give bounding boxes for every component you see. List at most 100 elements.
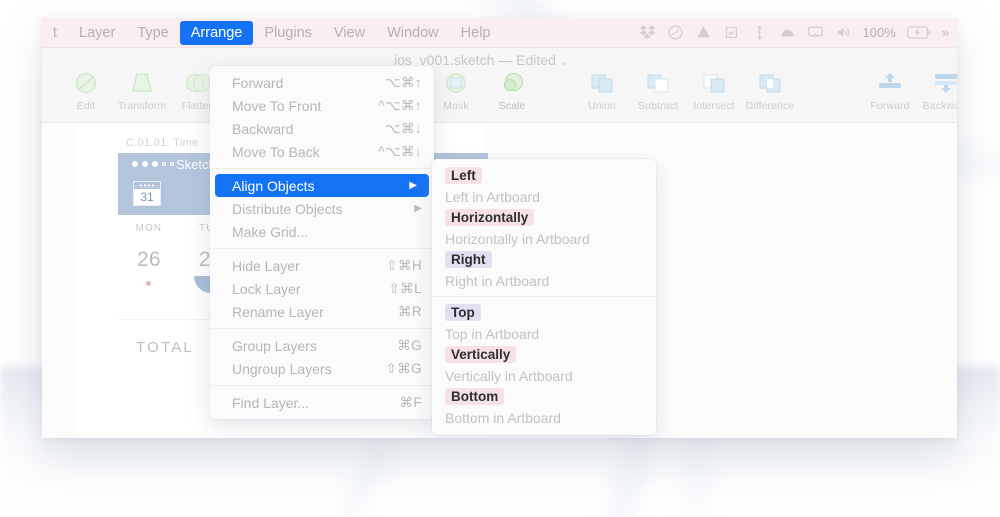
menu-item-backward[interactable]: Backward ⌥⌘↓ — [210, 117, 434, 140]
submenu-item-bottom-in-artboard[interactable]: Bottom in Artboard — [432, 407, 656, 428]
submenu-item-label: Horizontally in Artboard — [445, 230, 590, 247]
menu-item-distribute-objects[interactable]: Distribute Objects ▶ — [210, 197, 434, 220]
menu-item-shortcut: ⇧⌘L — [388, 280, 422, 296]
bring-forward-icon — [879, 73, 901, 88]
submenu-item-vertically[interactable]: Vertically — [432, 344, 656, 365]
artboard-name-label[interactable]: C.01.01. Time — [126, 137, 198, 149]
edit-icon — [75, 72, 97, 94]
calendar-day-text: 31 — [140, 190, 154, 204]
submenu-arrow-icon: ▶ — [409, 180, 417, 191]
menu-item-label: Move To Back — [232, 143, 320, 160]
menu-separator — [210, 248, 434, 249]
menubar-item-arrange[interactable]: Arrange — [179, 20, 254, 45]
submenu-item-right-in-artboard[interactable]: Right in Artboard — [432, 270, 656, 291]
menu-item-ungroup-layers[interactable]: Ungroup Layers ⇧⌘G — [210, 357, 434, 380]
week-day-cell[interactable]: MON 26 — [118, 223, 180, 293]
checkmark-badge-icon[interactable] — [723, 24, 740, 41]
arrange-dropdown-menu[interactable]: Forward ⌥⌘↑ Move To Front ^⌥⌘↑ Backward … — [210, 66, 434, 419]
toolbar-label: Mask — [443, 100, 469, 112]
app-toolbar: ios_v001.sketch — Edited ⌄ Edit Transform — [42, 48, 957, 123]
menu-item-rename-layer[interactable]: Rename Layer ⌘R — [210, 300, 434, 323]
menu-item-label: Lock Layer — [232, 280, 301, 297]
menubar-item-plugins[interactable]: Plugins — [253, 21, 323, 45]
menu-item-shortcut: ^⌥⌘↑ — [378, 97, 422, 113]
calendar-icon: 31 — [133, 181, 161, 206]
submenu-item-horizontally[interactable]: Horizontally — [432, 207, 656, 228]
submenu-item-vertically-in-artboard[interactable]: Vertically in Artboard — [432, 365, 656, 386]
volume-icon[interactable] — [835, 24, 852, 41]
submenu-item-label: Top in Artboard — [445, 325, 540, 342]
toolbar-button-subtract[interactable]: Subtract — [630, 70, 686, 112]
menu-item-label: Distribute Objects — [232, 200, 343, 217]
toolbar-tool-row: Edit Transform Flatten Mask Scale Union … — [42, 70, 957, 122]
battery-charging-icon[interactable] — [906, 24, 931, 41]
menu-item-label: Make Grid... — [232, 223, 309, 240]
toolbar-button-mask[interactable]: Mask — [428, 70, 484, 112]
toolbar-button-union[interactable]: Union — [574, 70, 630, 112]
menu-item-find-layer[interactable]: Find Layer... ⌘F — [210, 391, 434, 414]
circle-slash-icon[interactable] — [667, 24, 684, 41]
intersect-icon — [703, 74, 725, 93]
menubar-item-help[interactable]: Help — [450, 21, 502, 45]
day-number: 26 — [137, 248, 161, 271]
toolbar-button-scale[interactable]: Scale — [484, 70, 540, 112]
submenu-item-top[interactable]: Top — [432, 302, 656, 323]
document-title-chevron-icon[interactable]: ⌄ — [556, 56, 568, 68]
menu-item-lock-layer[interactable]: Lock Layer ⇧⌘L — [210, 277, 434, 300]
up-down-arrow-icon[interactable] — [751, 24, 768, 41]
cloud-icon[interactable] — [779, 24, 796, 41]
toolbar-button-transform[interactable]: Transform — [114, 70, 170, 112]
menu-item-label: Hide Layer — [232, 257, 300, 274]
toolbar-button-edit[interactable]: Edit — [58, 70, 114, 112]
menu-item-shortcut: ^⌥⌘↓ — [378, 143, 422, 159]
menu-item-shortcut: ⌥⌘↓ — [384, 120, 422, 136]
menubar-item-truncated[interactable]: t — [42, 21, 68, 45]
scale-icon — [503, 72, 524, 92]
submenu-item-label: Top — [445, 304, 481, 321]
menu-item-move-to-back[interactable]: Move To Back ^⌥⌘↓ — [210, 140, 434, 163]
menu-item-make-grid[interactable]: Make Grid... — [210, 220, 434, 243]
submenu-item-horizontally-in-artboard[interactable]: Horizontally in Artboard — [432, 228, 656, 249]
union-icon — [591, 74, 613, 93]
toolbar-label: Difference — [745, 100, 795, 112]
submenu-item-label: Horizontally — [445, 209, 535, 226]
signal-dot — [142, 161, 148, 167]
submenu-item-top-in-artboard[interactable]: Top in Artboard — [432, 323, 656, 344]
submenu-item-bottom[interactable]: Bottom — [432, 386, 656, 407]
menu-item-align-objects[interactable]: Align Objects ▶ — [215, 174, 429, 197]
signal-dot — [152, 161, 158, 167]
menubar-item-view[interactable]: View — [323, 21, 376, 45]
align-objects-submenu[interactable]: Left Left in Artboard Horizontally Horiz… — [432, 159, 656, 435]
menu-item-label: Find Layer... — [232, 394, 310, 411]
menu-item-shortcut: ⌘F — [399, 394, 422, 410]
menu-item-move-to-front[interactable]: Move To Front ^⌥⌘↑ — [210, 94, 434, 117]
menu-item-label: Ungroup Layers — [232, 360, 332, 377]
toolbar-button-intersect[interactable]: Intersect — [686, 70, 742, 112]
toolbar-button-backward[interactable]: Backward — [918, 70, 957, 112]
google-drive-icon[interactable] — [695, 24, 712, 41]
menu-item-forward[interactable]: Forward ⌥⌘↑ — [210, 71, 434, 94]
transform-icon — [132, 73, 152, 92]
submenu-item-label: Left in Artboard — [445, 188, 540, 205]
battery-percent-label: 100% — [862, 25, 896, 40]
menubar-item-type[interactable]: Type — [126, 21, 179, 45]
toolbar-button-forward[interactable]: Forward — [862, 70, 918, 112]
dropbox-icon[interactable] — [639, 24, 656, 41]
submenu-separator — [432, 296, 656, 297]
menu-item-hide-layer[interactable]: Hide Layer ⇧⌘H — [210, 254, 434, 277]
toolbar-button-difference[interactable]: Difference — [742, 70, 798, 112]
submenu-item-left-in-artboard[interactable]: Left in Artboard — [432, 186, 656, 207]
menu-item-group-layers[interactable]: Group Layers ⌘G — [210, 334, 434, 357]
submenu-item-label: Vertically in Artboard — [445, 367, 573, 384]
submenu-item-right[interactable]: Right — [432, 249, 656, 270]
difference-icon — [759, 74, 781, 93]
airplay-icon[interactable] — [807, 24, 824, 41]
menubar-item-layer[interactable]: Layer — [68, 21, 126, 45]
menu-item-shortcut: ⇧⌘H — [386, 257, 422, 273]
menubar-item-window[interactable]: Window — [376, 21, 450, 45]
menubar-overflow-icon[interactable]: » — [942, 25, 951, 40]
menu-item-shortcut: ⌘R — [397, 303, 422, 319]
menu-item-label: Group Layers — [232, 337, 317, 354]
submenu-item-left[interactable]: Left — [432, 165, 656, 186]
menu-item-label: Rename Layer — [232, 303, 324, 320]
